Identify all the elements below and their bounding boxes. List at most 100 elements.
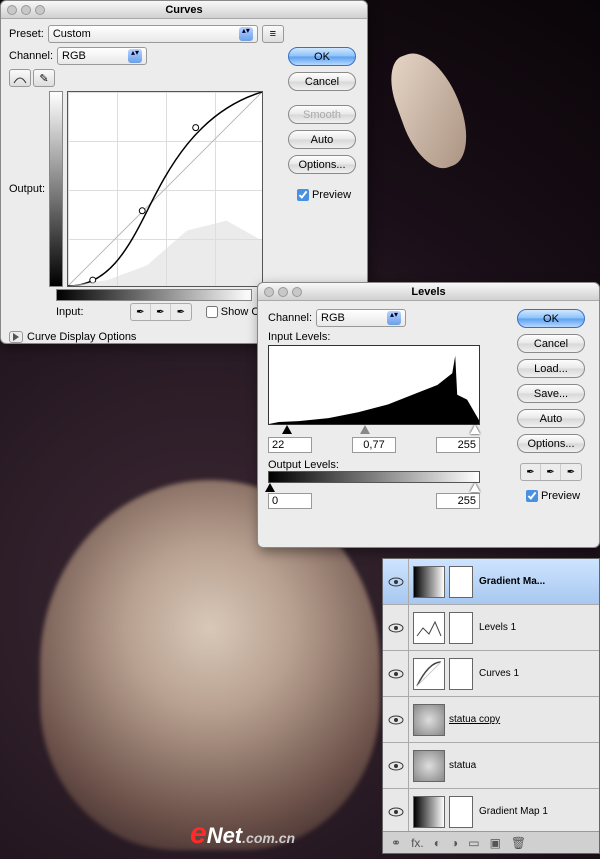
delete-layer-icon[interactable]: 🗑	[511, 836, 526, 850]
visibility-toggle[interactable]	[383, 789, 409, 835]
channel-select[interactable]: RGB▴▾	[57, 47, 147, 65]
load-button[interactable]: Load...	[517, 359, 585, 378]
watermark: eNet.com.cn	[190, 817, 295, 851]
auto-button[interactable]: Auto	[288, 130, 356, 149]
sampler-group: ✒ ✒ ✒	[520, 463, 582, 481]
curves-title: Curves	[165, 4, 202, 16]
save-button[interactable]: Save...	[517, 384, 585, 403]
minimize-icon[interactable]	[21, 5, 31, 15]
layers-footer: ⚭ fx. ◐ ◑ ▭ ▣ 🗑	[383, 831, 599, 853]
white-point-eyedropper-icon[interactable]: ✒	[171, 304, 191, 320]
group-icon[interactable]: ▭	[468, 836, 479, 850]
layer-name[interactable]: statua copy	[449, 714, 599, 725]
close-icon[interactable]	[7, 5, 17, 15]
layer-name[interactable]: statua	[449, 760, 599, 771]
visibility-toggle[interactable]	[383, 743, 409, 789]
curve-graph[interactable]	[67, 91, 263, 287]
layer-thumbnail[interactable]	[413, 566, 445, 598]
layer-name[interactable]: Levels 1	[479, 622, 599, 633]
preview-input[interactable]	[526, 490, 538, 502]
levels-dialog: Levels Channel: RGB▴▾ Input Levels:	[257, 282, 600, 548]
options-button[interactable]: Options...	[517, 434, 585, 453]
ok-button[interactable]: OK	[517, 309, 585, 328]
out-black-handle[interactable]	[265, 483, 275, 492]
preset-menu-button[interactable]: ≡	[262, 25, 284, 43]
adjustment-layer-icon[interactable]: ◑	[451, 836, 458, 850]
cancel-button[interactable]: Cancel	[517, 334, 585, 353]
output-gradient	[49, 91, 63, 287]
output-levels-label: Output Levels:	[268, 459, 505, 471]
ok-button[interactable]: OK	[288, 47, 356, 66]
layer-row[interactable]: Gradient Map 1	[383, 789, 599, 835]
layer-name[interactable]: Curves 1	[479, 668, 599, 679]
pencil-tool-button[interactable]: ✎	[33, 69, 55, 87]
curve-tool-button[interactable]	[9, 69, 31, 87]
gamma-slider-handle[interactable]	[360, 425, 370, 434]
input-gamma-field[interactable]	[352, 437, 396, 453]
black-point-eyedropper-icon[interactable]: ✒	[131, 304, 151, 320]
channel-label: Channel:	[268, 312, 312, 324]
link-layers-icon[interactable]: ⚭	[391, 836, 401, 850]
layer-row[interactable]: Gradient Ma...	[383, 559, 599, 605]
output-slider[interactable]	[268, 483, 480, 493]
curve-display-options-toggle[interactable]: Curve Display Options	[9, 331, 285, 343]
input-black-field[interactable]	[268, 437, 312, 453]
layer-row[interactable]: statua copy	[383, 697, 599, 743]
minimize-icon[interactable]	[278, 287, 288, 297]
input-label: Input:	[56, 306, 84, 318]
layer-thumbnail[interactable]	[413, 704, 445, 736]
input-gradient	[56, 289, 252, 301]
white-slider-handle[interactable]	[470, 425, 480, 434]
channel-select[interactable]: RGB▴▾	[316, 309, 406, 327]
options-button[interactable]: Options...	[288, 155, 356, 174]
preset-select[interactable]: Custom▴▾	[48, 25, 258, 43]
layer-row[interactable]: Curves 1	[383, 651, 599, 697]
black-slider-handle[interactable]	[282, 425, 292, 434]
preview-checkbox[interactable]: Preview	[522, 487, 580, 505]
gray-point-eyedropper-icon[interactable]: ✒	[151, 304, 171, 320]
chevron-updown-icon: ▴▾	[128, 49, 142, 63]
layer-thumbnail[interactable]	[413, 658, 445, 690]
show-clipping-input[interactable]	[206, 306, 218, 318]
out-white-handle[interactable]	[470, 483, 480, 492]
input-white-field[interactable]	[436, 437, 480, 453]
auto-button[interactable]: Auto	[517, 409, 585, 428]
white-point-eyedropper-icon[interactable]: ✒	[561, 464, 581, 480]
preview-input[interactable]	[297, 189, 309, 201]
cancel-button[interactable]: Cancel	[288, 72, 356, 91]
layer-name[interactable]: Gradient Ma...	[479, 576, 599, 587]
layer-mask-thumbnail[interactable]	[449, 658, 473, 690]
output-white-field[interactable]	[436, 493, 480, 509]
visibility-toggle[interactable]	[383, 605, 409, 651]
layer-thumbnail[interactable]	[413, 750, 445, 782]
layer-mask-thumbnail[interactable]	[449, 566, 473, 598]
levels-title: Levels	[411, 286, 445, 298]
layer-row[interactable]: Levels 1	[383, 605, 599, 651]
new-layer-icon[interactable]: ▣	[490, 836, 501, 850]
curves-titlebar[interactable]: Curves	[1, 1, 367, 19]
layer-mask-thumbnail[interactable]	[449, 612, 473, 644]
layer-mask-thumbnail[interactable]	[449, 796, 473, 828]
input-slider[interactable]	[268, 425, 480, 435]
black-point-eyedropper-icon[interactable]: ✒	[521, 464, 541, 480]
gray-point-eyedropper-icon[interactable]: ✒	[541, 464, 561, 480]
layer-name[interactable]: Gradient Map 1	[479, 806, 599, 817]
layers-panel: Gradient Ma... Levels 1 Curves 1 statua …	[382, 558, 600, 854]
layer-mask-icon[interactable]: ◐	[434, 836, 441, 850]
smooth-button[interactable]: Smooth	[288, 105, 356, 124]
layer-style-icon[interactable]: fx.	[411, 836, 424, 850]
visibility-toggle[interactable]	[383, 651, 409, 697]
close-icon[interactable]	[264, 287, 274, 297]
visibility-toggle[interactable]	[383, 559, 409, 605]
layer-thumbnail[interactable]	[413, 612, 445, 644]
visibility-toggle[interactable]	[383, 697, 409, 743]
output-black-field[interactable]	[268, 493, 312, 509]
layer-thumbnail[interactable]	[413, 796, 445, 828]
layer-row[interactable]: statua	[383, 743, 599, 789]
chevron-updown-icon: ▴▾	[239, 27, 253, 41]
zoom-icon[interactable]	[35, 5, 45, 15]
chevron-updown-icon: ▴▾	[387, 311, 401, 325]
preview-checkbox[interactable]: Preview	[293, 186, 351, 204]
levels-titlebar[interactable]: Levels	[258, 283, 599, 301]
zoom-icon[interactable]	[292, 287, 302, 297]
